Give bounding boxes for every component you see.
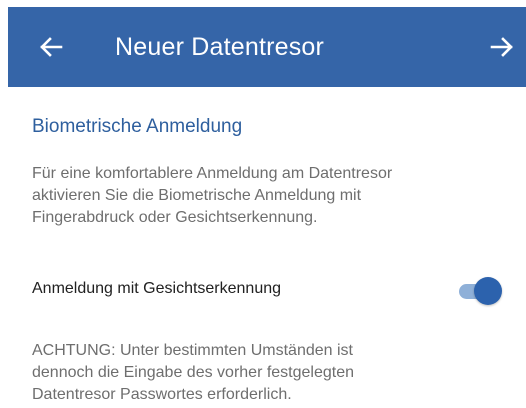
page-title: Neuer Datentresor: [115, 33, 325, 61]
toggle-thumb: [474, 277, 502, 305]
description-line: aktivieren Sie die Biometrische Anmeldun…: [32, 187, 362, 204]
description-line: Für eine komfortablere Anmeldung am Date…: [32, 165, 393, 182]
face-recognition-label: Anmeldung mit Gesichtserkennung: [32, 280, 282, 297]
app-bar: Neuer Datentresor: [8, 7, 526, 87]
arrow-left-icon: [40, 37, 63, 57]
warning-line: Datentresor Passwortes erforderlich.: [32, 386, 292, 403]
forward-button[interactable]: [485, 30, 519, 64]
warning-line: ACHTUNG: Unter bestimmten Umständen ist: [32, 342, 353, 359]
section-title: Biometrische Anmeldung: [32, 116, 243, 137]
warning-text: ACHTUNG: Unter bestimmten Umständen ist …: [32, 340, 512, 406]
face-recognition-setting-row[interactable]: Anmeldung mit Gesichtserkennung: [32, 272, 512, 308]
warning-line: dennoch die Eingabe des vorher festgeleg…: [32, 364, 355, 381]
face-recognition-toggle[interactable]: [457, 276, 503, 306]
description-line: Fingerabdruck oder Gesichtserkennung.: [32, 209, 318, 226]
back-button[interactable]: [34, 30, 68, 64]
arrow-right-icon: [490, 37, 513, 57]
section-description: Für eine komfortablere Anmeldung am Date…: [32, 163, 512, 229]
